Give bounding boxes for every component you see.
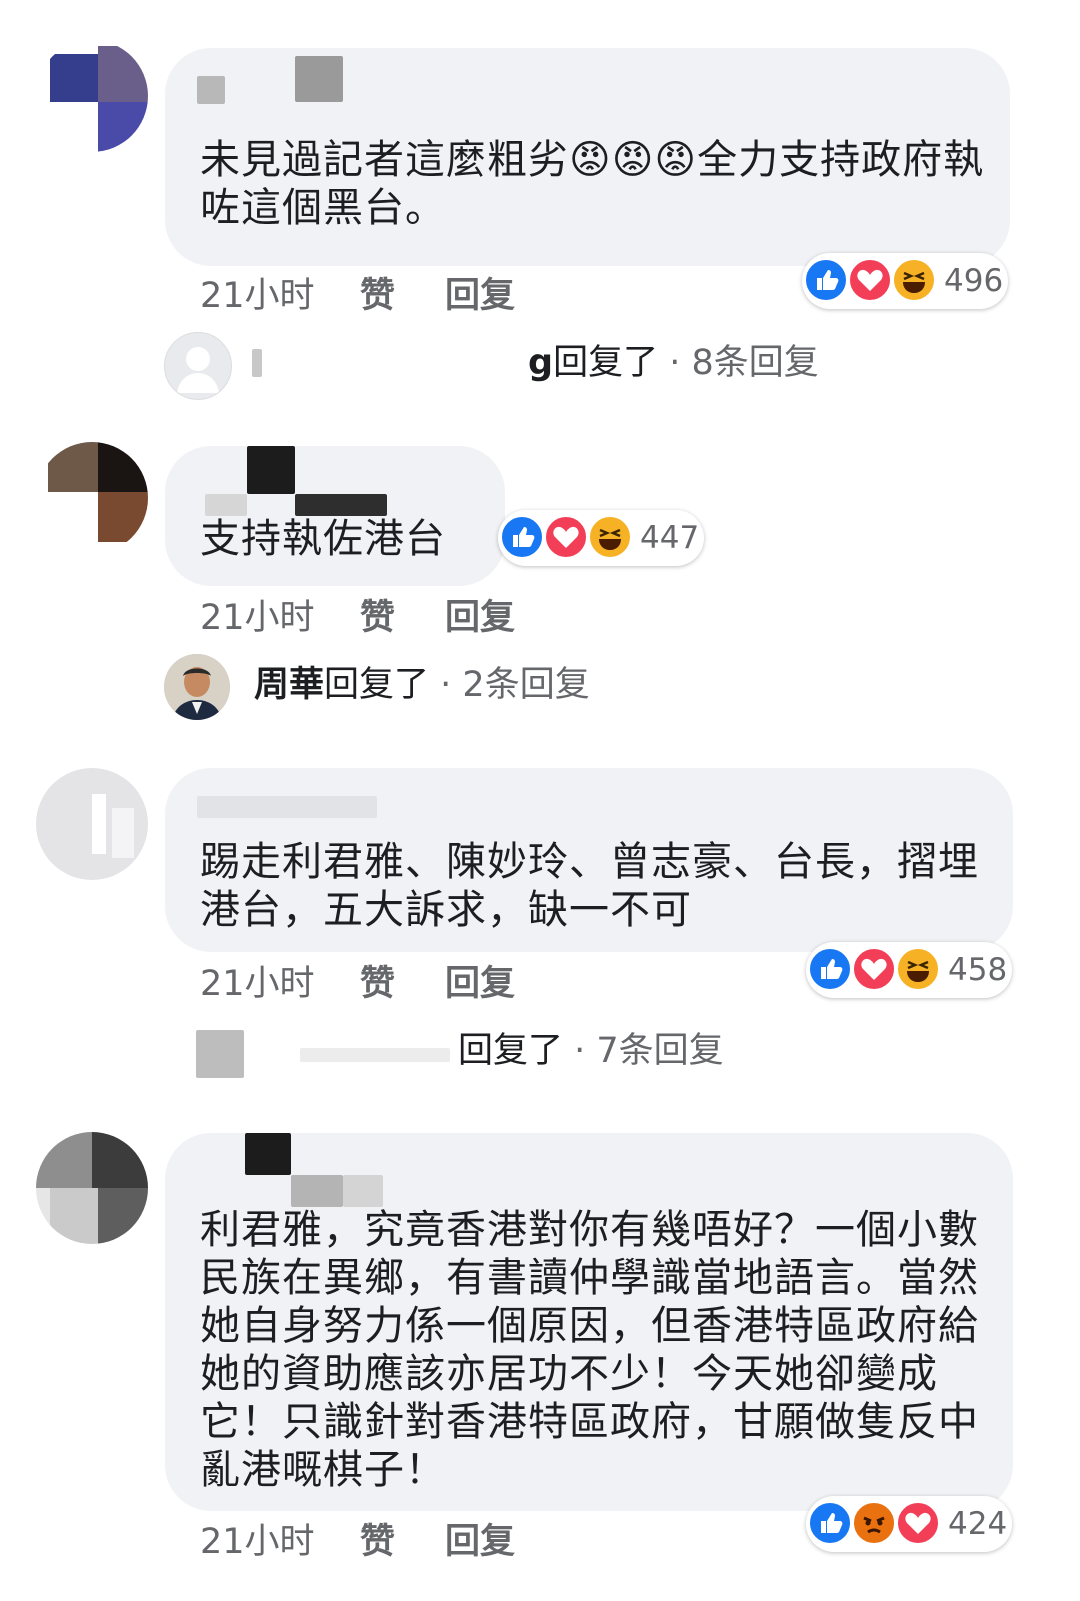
haha-icon bbox=[892, 258, 936, 302]
reaction-summary[interactable]: 447 bbox=[498, 510, 704, 566]
replied-label: 回复了 bbox=[458, 1031, 564, 1071]
comment-timestamp[interactable]: 21小时 bbox=[200, 962, 315, 1006]
replier-avatar[interactable] bbox=[196, 1030, 244, 1078]
like-icon bbox=[808, 947, 852, 991]
commenter-avatar[interactable] bbox=[36, 40, 148, 152]
blurred-commenter-name[interactable] bbox=[197, 796, 377, 818]
blurred-commenter-name bbox=[295, 56, 343, 102]
blurred-commenter-name bbox=[295, 494, 387, 516]
comment-meta: 21小时 赞 回复 bbox=[200, 1520, 600, 1564]
comment-meta: 21小时 赞 回复 bbox=[200, 962, 600, 1006]
comment-timestamp[interactable]: 21小时 bbox=[200, 274, 315, 318]
reply-button[interactable]: 回复 bbox=[445, 962, 515, 1006]
replier-name[interactable]: 周華 bbox=[254, 665, 324, 705]
angry-icon bbox=[852, 1501, 896, 1545]
blurred-commenter-name[interactable] bbox=[245, 1133, 291, 1175]
blurred-commenter-name bbox=[343, 1175, 383, 1207]
reply-button[interactable]: 回复 bbox=[445, 596, 515, 640]
reaction-summary[interactable]: 424 bbox=[806, 1496, 1012, 1552]
avatar-pixel bbox=[50, 54, 98, 102]
avatar-pixel bbox=[112, 808, 134, 858]
haha-icon bbox=[588, 515, 632, 559]
comment-text: 踢走利君雅、陳妙玲、曾志豪、台長，摺埋港台，五大訴求，缺一不可 bbox=[200, 839, 979, 933]
comment-text: 未見過記者這麼粗劣😡😡😡全力支持政府執咗這個黑台。 bbox=[200, 137, 985, 231]
like-icon bbox=[808, 1501, 852, 1545]
replied-label: 回复了 bbox=[324, 665, 430, 705]
avatar-pixel bbox=[48, 442, 98, 492]
reaction-summary[interactable]: 496 bbox=[802, 253, 1008, 309]
reaction-summary[interactable]: 458 bbox=[806, 942, 1012, 998]
like-button[interactable]: 赞 bbox=[360, 1520, 395, 1564]
reply-summary[interactable]: g回复了 · 8条回复 bbox=[528, 338, 819, 388]
avatar-pixel bbox=[98, 46, 148, 102]
reaction-count: 458 bbox=[948, 952, 1008, 988]
commenter-avatar[interactable] bbox=[36, 1132, 148, 1244]
blurred-replier-name bbox=[252, 349, 262, 377]
love-icon bbox=[896, 1501, 940, 1545]
reply-button[interactable]: 回复 bbox=[445, 1520, 515, 1564]
blurred-commenter-name[interactable] bbox=[247, 446, 295, 494]
replied-label: 回复了 bbox=[553, 343, 659, 383]
like-button[interactable]: 赞 bbox=[360, 274, 395, 318]
reaction-count: 496 bbox=[944, 263, 1004, 299]
avatar-pixel bbox=[92, 1132, 148, 1188]
reaction-count: 424 bbox=[948, 1506, 1008, 1542]
blurred-commenter-name bbox=[291, 1175, 343, 1207]
avatar-pixel bbox=[92, 794, 106, 854]
reply-count: 8条回复 bbox=[691, 343, 819, 383]
comment-timestamp[interactable]: 21小时 bbox=[200, 596, 315, 640]
comment-timestamp[interactable]: 21小时 bbox=[200, 1520, 315, 1564]
avatar-pixel bbox=[98, 442, 148, 492]
comment-text: 利君雅，究竟香港對你有幾唔好？一個小數民族在異鄉，有書讀仲學識當地語言。當然她自… bbox=[200, 1207, 979, 1493]
avatar-pixel bbox=[98, 1188, 148, 1244]
blurred-commenter-name[interactable] bbox=[197, 76, 225, 104]
reply-button[interactable]: 回复 bbox=[445, 274, 515, 318]
love-icon bbox=[848, 258, 892, 302]
reply-summary[interactable]: 周華回复了 · 2条回复 bbox=[254, 660, 590, 710]
separator: · bbox=[658, 343, 692, 383]
haha-icon bbox=[896, 947, 940, 991]
comment-text: 支持執佐港台 bbox=[200, 516, 446, 562]
commenter-avatar[interactable] bbox=[36, 442, 148, 554]
separator: · bbox=[429, 665, 463, 705]
comment-meta: 21小时 赞 回复 bbox=[200, 596, 600, 640]
reply-summary[interactable]: 回复了 · 7条回复 bbox=[458, 1026, 724, 1076]
replier-avatar[interactable] bbox=[164, 332, 232, 400]
commenter-avatar[interactable] bbox=[36, 768, 148, 880]
avatar-pixel bbox=[98, 492, 148, 542]
avatar-pixel bbox=[98, 102, 148, 152]
avatar-pixel bbox=[36, 1132, 92, 1188]
avatar-pixel bbox=[50, 1188, 98, 1244]
blurred-commenter-name bbox=[205, 494, 247, 516]
like-icon bbox=[804, 258, 848, 302]
reaction-count: 447 bbox=[640, 520, 700, 556]
like-button[interactable]: 赞 bbox=[360, 596, 395, 640]
replier-avatar[interactable] bbox=[164, 654, 230, 720]
love-icon bbox=[852, 947, 896, 991]
comment-meta: 21小时 赞 回复 bbox=[200, 274, 600, 318]
reply-count: 2条回复 bbox=[462, 665, 590, 705]
reply-count: 7条回复 bbox=[596, 1031, 724, 1071]
like-icon bbox=[500, 515, 544, 559]
love-icon bbox=[544, 515, 588, 559]
like-button[interactable]: 赞 bbox=[360, 962, 395, 1006]
replier-name-fragment: g bbox=[528, 343, 554, 383]
blurred-replier-name bbox=[300, 1048, 450, 1062]
separator: · bbox=[563, 1031, 597, 1071]
